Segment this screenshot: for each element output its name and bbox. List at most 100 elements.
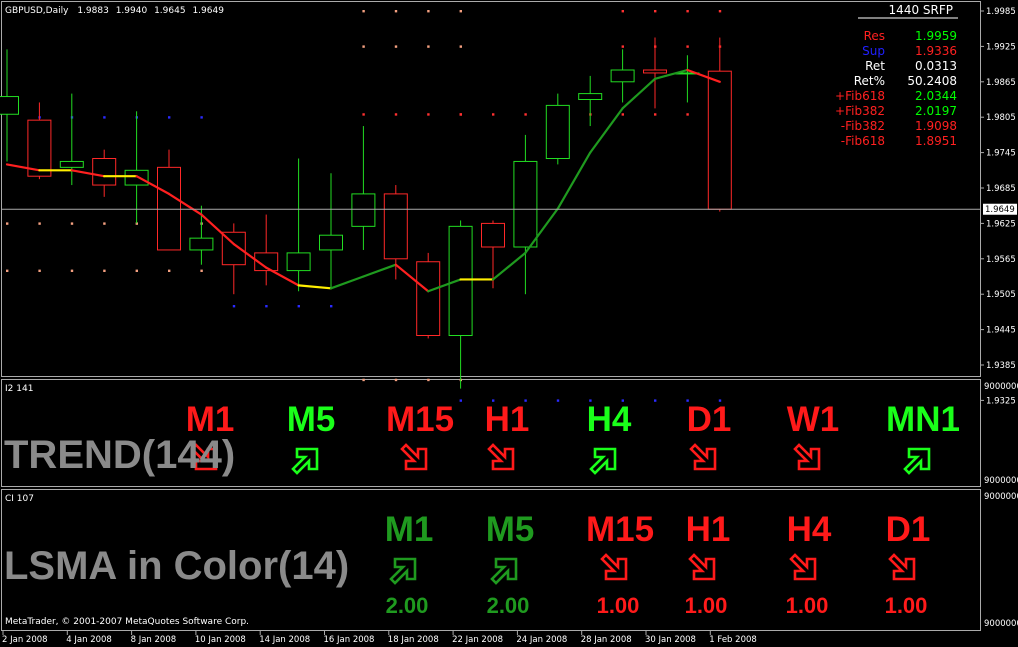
price-tick: 1.9925	[986, 42, 1016, 52]
info-value: 2.0197	[915, 104, 957, 118]
arrow-down-right-icon	[487, 443, 515, 471]
candle	[286, 158, 311, 292]
date-tick: 1 Feb 2008	[709, 635, 757, 645]
timeframe-label: M5	[287, 400, 336, 439]
ma-segment	[329, 275, 365, 290]
candle	[578, 75, 603, 127]
candle	[92, 149, 117, 197]
candle	[707, 37, 732, 212]
price-tick: 1.9445	[986, 326, 1016, 336]
lsma-value: 1.00	[597, 593, 640, 618]
candle	[319, 173, 343, 289]
info-label: -Fib382	[841, 119, 885, 133]
info-label: Ret	[865, 59, 885, 73]
trend-item-m15: M15	[386, 400, 454, 471]
level-dot	[654, 113, 657, 116]
lsma-value: 1.00	[885, 593, 928, 618]
timeframe-label: D1	[687, 400, 732, 439]
candle	[610, 49, 635, 103]
level-dot	[103, 222, 106, 225]
lsma-item-m5: M5 2.00	[486, 510, 535, 618]
level-dot	[168, 269, 171, 272]
arrow-down-right-icon	[400, 443, 428, 471]
date-tick: 14 Jan 2008	[259, 635, 310, 645]
arrow-up-right-icon	[291, 447, 319, 475]
lsma-scale-top: 9000000	[984, 492, 1018, 502]
info-label: Res	[864, 29, 885, 43]
price-tick: 1.9865	[986, 78, 1016, 88]
timeframe-label: D1	[886, 510, 931, 549]
lsma-item-m15: M15 1.00	[586, 510, 654, 618]
trend-scale-top: 9000000	[984, 382, 1018, 392]
level-dot	[362, 378, 365, 382]
info-value: 0.0313	[915, 59, 957, 73]
price-tick: 1.9985	[986, 7, 1016, 17]
ma-segment	[589, 107, 624, 154]
level-dot	[394, 45, 398, 48]
date-tick: 28 Jan 2008	[581, 635, 632, 645]
timeframe-label: M1	[385, 510, 434, 549]
level-dot	[427, 45, 430, 48]
trend-item-w1: W1	[787, 400, 839, 471]
date-tick: 4 Jan 2008	[66, 635, 112, 645]
ma-segment	[621, 77, 657, 110]
level-dot	[362, 45, 365, 48]
level-dot	[394, 113, 398, 116]
lsma-subwindow-label: CI 107	[5, 494, 34, 504]
level-dot	[427, 113, 430, 116]
trend-scale-bottom: 9000000	[984, 476, 1018, 486]
candle	[124, 111, 149, 224]
date-tick: 22 Jan 2008	[452, 635, 503, 645]
level-dot	[427, 10, 430, 13]
lsma-item-d1: D1 1.00	[885, 510, 931, 618]
info-value: 50.2408	[907, 74, 957, 88]
level-dot	[621, 113, 624, 116]
level-dot	[621, 45, 624, 48]
arrow-down-right-icon	[689, 443, 717, 471]
lsma-value: 1.00	[685, 593, 728, 618]
timeframe-label: H4	[787, 510, 832, 549]
level-dot	[135, 269, 138, 272]
date-tick: 10 Jan 2008	[195, 635, 246, 645]
arrow-down-right-icon	[793, 443, 821, 471]
candle	[351, 126, 376, 250]
date-tick: 24 Jan 2008	[516, 635, 567, 645]
level-dot	[459, 113, 462, 116]
trend-item-m5: M5	[287, 400, 336, 475]
ma-segment	[491, 251, 527, 281]
current-price-label: 1.9649	[985, 205, 1015, 215]
date-tick: 18 Jan 2008	[388, 635, 439, 645]
level-dot	[362, 10, 365, 13]
timeframe-label: H1	[686, 510, 731, 549]
level-dot	[556, 399, 560, 402]
lsma-value: 1.00	[786, 593, 829, 618]
info-panel-header: 1440 SRFP	[889, 3, 953, 17]
candle	[416, 252, 441, 339]
arrow-down-right-icon	[600, 553, 628, 581]
info-label: Ret%	[854, 74, 885, 88]
candle	[513, 134, 538, 295]
level-dot	[524, 113, 527, 116]
ma-segment	[556, 151, 592, 210]
candle	[675, 55, 700, 103]
info-value: 1.8951	[915, 134, 957, 148]
trend-timeframes: M1 M5 M15 H1 H4 D1 W1 MN1	[186, 400, 960, 475]
lsma-value: 2.00	[487, 593, 530, 618]
level-dot	[718, 10, 722, 13]
candle	[448, 220, 473, 389]
trend-item-h4: H4	[587, 400, 632, 475]
date-tick: 30 Jan 2008	[645, 635, 696, 645]
main-chart-frame[interactable]	[1, 1, 981, 377]
lsma-value: 2.00	[386, 593, 429, 618]
info-label: +Fib382	[835, 104, 885, 118]
trend-indicator-name: TREND(144)	[4, 433, 235, 477]
timeframe-label: H1	[485, 400, 530, 439]
price-tick: 1.9565	[986, 255, 1016, 265]
candlesticks	[0, 37, 732, 389]
info-label: +Fib618	[835, 89, 885, 103]
level-dot	[6, 269, 9, 272]
level-dot	[459, 10, 462, 13]
timeframe-label: M15	[386, 400, 454, 439]
info-panel: 1440 SRFP Res 1.9959 Sup 1.9336 Ret 0.0313 Ret…	[835, 3, 958, 148]
timeframe-label: M5	[486, 510, 535, 549]
